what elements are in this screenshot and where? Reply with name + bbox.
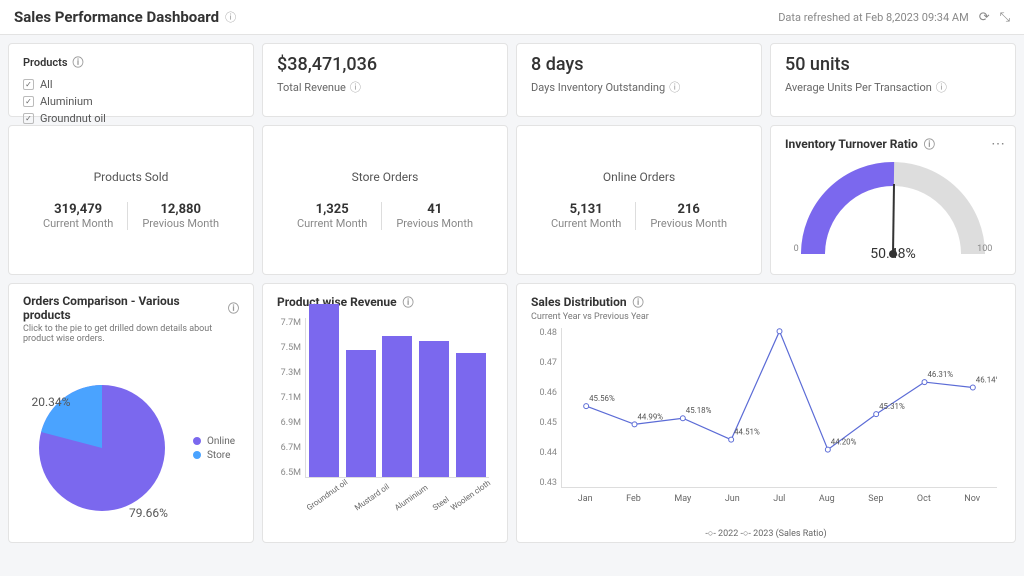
- gauge-card: Inventory Turnover Ratioⓘ ⋯ 0100 50.48%: [770, 125, 1016, 275]
- orders-pie-card: Orders Comparison - Various products ⓘ Cl…: [8, 283, 254, 543]
- svg-text:20.34%: 20.34%: [31, 395, 70, 409]
- checkbox-icon[interactable]: ✓: [23, 113, 34, 124]
- gauge-title: Inventory Turnover Ratio: [785, 137, 918, 151]
- pie-title: Orders Comparison - Various products: [23, 294, 222, 322]
- legend-dot: [193, 437, 201, 445]
- svg-text:79.66%: 79.66%: [129, 506, 168, 520]
- line-subtitle: Current Year vs Previous Year: [531, 312, 1001, 322]
- refresh-icon[interactable]: ⟳: [979, 10, 990, 25]
- kpi-days-inventory: 8 days Days Inventory Outstanding ⓘ: [516, 43, 762, 117]
- bar-chart[interactable]: 7.7M7.5M7.3M7.1M6.9M6.7M6.5M Groundnut o…: [305, 318, 489, 498]
- pie-info-icon[interactable]: ⓘ: [228, 300, 239, 316]
- checkbox-icon[interactable]: ✓: [23, 79, 34, 90]
- legend-dot: [193, 451, 201, 459]
- metric-online-orders: Online Orders 5,131Current Month 216Prev…: [516, 125, 762, 275]
- products-list[interactable]: ✓All ✓Aluminium ✓Groundnut oil: [23, 76, 239, 126]
- pie-chart[interactable]: 20.34% 79.66%: [27, 373, 177, 523]
- gauge-info-icon[interactable]: ⓘ: [924, 136, 935, 152]
- gauge-value: 50.48%: [870, 246, 915, 262]
- pie-subtitle: Click to the pie to get drilled down det…: [23, 324, 239, 344]
- products-info-icon[interactable]: ⓘ: [73, 54, 84, 70]
- line-chart[interactable]: 0.480.470.460.450.440.43 45.56%44.99%45.…: [561, 328, 997, 508]
- sales-line-card: Sales Distribution ⓘ Current Year vs Prev…: [516, 283, 1016, 543]
- line-info-icon[interactable]: ⓘ: [633, 294, 644, 310]
- product-item[interactable]: ✓Aluminium: [23, 93, 239, 110]
- card-menu-icon[interactable]: ⋯: [991, 136, 1005, 152]
- pie-legend: Online Store: [193, 433, 235, 464]
- kpi-info-icon[interactable]: ⓘ: [350, 79, 361, 95]
- line-title: Sales Distribution: [531, 295, 627, 309]
- kpi-total-revenue: $38,471,036 Total Revenue ⓘ: [262, 43, 508, 117]
- title-info-icon[interactable]: ⓘ: [225, 9, 236, 25]
- products-filter-card: Products ⓘ ✓All ✓Aluminium ✓Groundnut oi…: [8, 43, 254, 117]
- kpi-value: $38,471,036: [277, 54, 493, 75]
- kpi-value: 50 units: [785, 54, 1001, 75]
- metric-store-orders: Store Orders 1,325Current Month 41Previo…: [262, 125, 508, 275]
- page-title: Sales Performance Dashboard: [14, 8, 219, 26]
- kpi-info-icon[interactable]: ⓘ: [936, 79, 947, 95]
- metric-title: Store Orders: [352, 170, 419, 184]
- kpi-label: Days Inventory Outstanding: [531, 81, 665, 94]
- kpi-value: 8 days: [531, 54, 747, 75]
- svg-text:45.31%: 45.31%: [879, 402, 905, 411]
- revenue-bar-card: Product wise Revenueⓘ 7.7M7.5M7.3M7.1M6.…: [262, 283, 508, 543]
- header-bar: Sales Performance Dashboard ⓘ Data refre…: [0, 0, 1024, 35]
- kpi-label: Average Units Per Transaction: [785, 81, 932, 94]
- refresh-timestamp: Data refreshed at Feb 8,2023 09:34 AM: [778, 11, 968, 24]
- svg-text:46.31%: 46.31%: [927, 370, 953, 379]
- checkbox-icon[interactable]: ✓: [23, 96, 34, 107]
- kpi-label: Total Revenue: [277, 81, 346, 94]
- kpi-avg-units: 50 units Average Units Per Transaction ⓘ: [770, 43, 1016, 117]
- svg-text:44.99%: 44.99%: [637, 412, 663, 421]
- product-item[interactable]: ✓Groundnut oil: [23, 110, 239, 126]
- product-item[interactable]: ✓All: [23, 76, 239, 93]
- kpi-info-icon[interactable]: ⓘ: [669, 79, 680, 95]
- svg-text:45.18%: 45.18%: [686, 406, 712, 415]
- metric-title: Online Orders: [603, 170, 675, 184]
- metric-products-sold: Products Sold 319,479Current Month 12,88…: [8, 125, 254, 275]
- bar-info-icon[interactable]: ⓘ: [403, 294, 414, 310]
- products-filter-title: Products: [23, 56, 68, 69]
- line-legend: -○- 2022 -○- 2023 (Sales Ratio): [531, 528, 1001, 539]
- svg-text:46.14%: 46.14%: [976, 375, 997, 384]
- svg-text:44.20%: 44.20%: [831, 438, 857, 447]
- svg-text:44.51%: 44.51%: [734, 428, 760, 437]
- metric-title: Products Sold: [94, 170, 169, 184]
- svg-text:45.56%: 45.56%: [589, 394, 615, 403]
- collapse-icon[interactable]: ⤡: [1000, 10, 1010, 25]
